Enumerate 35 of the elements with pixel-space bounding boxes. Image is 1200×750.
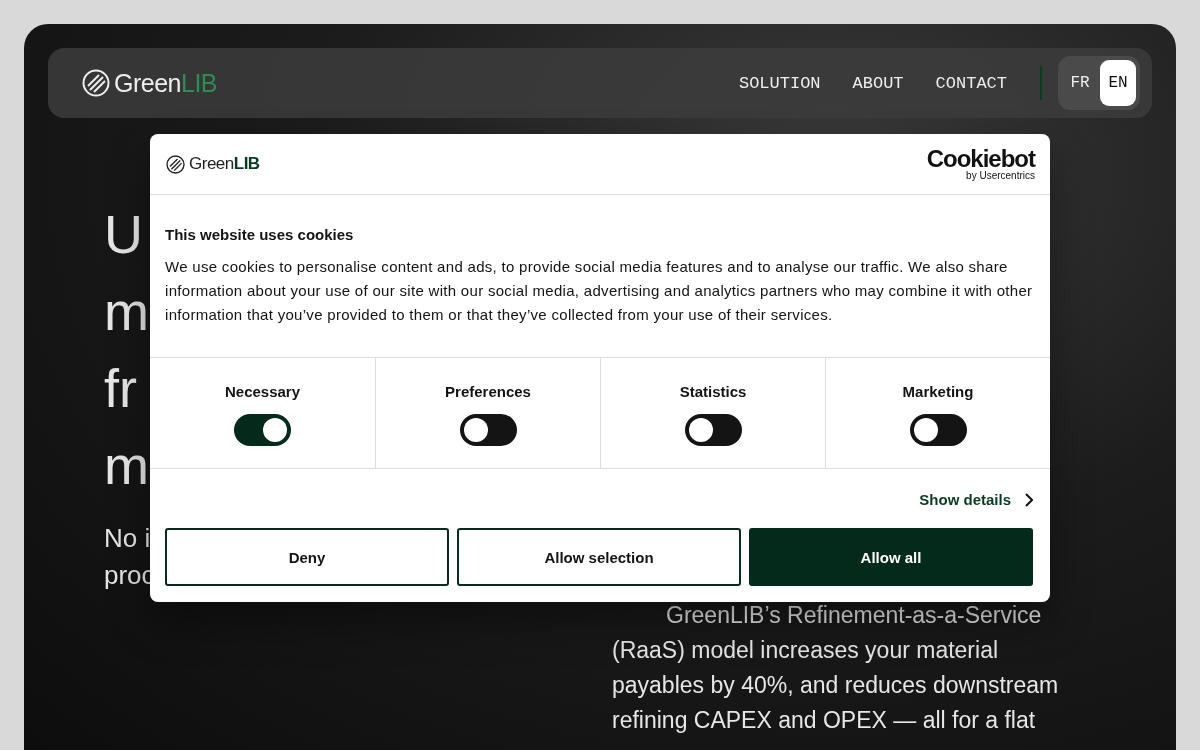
paragraph-line: GreenLIB’s Refinement-as-a-Service (665, 601, 1043, 630)
dialog-title: This website uses cookies (165, 226, 355, 243)
category-label: Preferences (445, 383, 531, 400)
paragraph-line: payables by 40%, and reduces downstream (612, 671, 1060, 700)
toggle-switch[interactable] (909, 414, 967, 446)
dialog-button[interactable]: Deny (165, 528, 449, 586)
dialog-button[interactable]: Allow selection (457, 528, 741, 586)
show-details-link[interactable]: Show details (919, 491, 1033, 508)
nav-link[interactable]: CONTACT (935, 73, 1007, 93)
heading-fragment: U (104, 203, 144, 266)
nav-link[interactable]: SOLUTION (738, 73, 821, 93)
paragraph-line: (RaaS) model increases your material (612, 636, 1000, 665)
dialog-text: We use cookies to personalise content and ads, to provide social media features and to analyse our traffic. We also share information about your use of our site with our social media, advertising and analytics partners who may combine it with other information that you’ve provided to them or that they’ve collected from your use of their services. (165, 257, 1034, 325)
category-label: Statistics (679, 383, 747, 400)
category-label: Necessary (224, 383, 301, 400)
allow-all-button[interactable]: Allow all (749, 528, 1033, 586)
paragraph-line: refining CAPEX and OPEX — all for a flat (612, 706, 1037, 735)
language-option[interactable]: FR (1062, 60, 1098, 106)
logo-text: GreenLIB (189, 154, 260, 174)
logo-icon (166, 154, 185, 174)
chevron-right-icon (1025, 492, 1033, 507)
subtitle-fragment: No i (104, 522, 152, 555)
heading-fragment: m (104, 280, 150, 343)
category-label: Marketing (902, 383, 974, 400)
provider-name: Cookiebot (926, 147, 1035, 170)
language-option[interactable]: EN (1100, 60, 1136, 106)
toggle-switch[interactable] (234, 414, 291, 446)
logo-icon (82, 69, 110, 97)
toggle-switch[interactable] (684, 414, 742, 446)
nav-link[interactable]: ABOUT (852, 73, 904, 93)
toggle-switch[interactable] (459, 414, 517, 446)
logo-text[interactable]: GreenLIB (114, 68, 217, 98)
heading-fragment: m (104, 434, 150, 497)
provider-byline: by Usercentrics (966, 169, 1035, 181)
heading-fragment: fr (104, 357, 138, 420)
